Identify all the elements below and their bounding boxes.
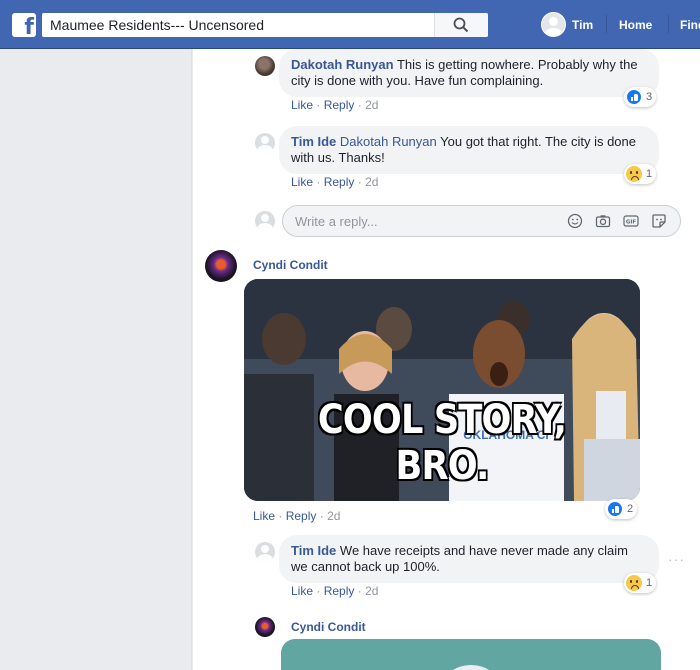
reaction-count[interactable]: 2 <box>605 499 638 519</box>
like-link[interactable]: Like <box>291 98 313 112</box>
comment-actions: Like · Reply · 2d <box>291 98 379 112</box>
comment-author[interactable]: Tim Ide <box>291 134 336 149</box>
search-icon <box>453 17 469 33</box>
like-link[interactable]: Like <box>291 175 313 189</box>
reaction-number: 1 <box>646 577 653 589</box>
comment-timestamp[interactable]: 2d <box>365 175 378 189</box>
gif-image[interactable]: OKLAHOMA CI COOL STORY, BRO. <box>244 279 640 501</box>
gif-icon[interactable]: GIF <box>623 213 639 229</box>
avatar[interactable] <box>255 542 275 562</box>
reply-placeholder[interactable]: Write a reply... <box>295 214 378 229</box>
nav-divider <box>606 15 607 33</box>
comment-timestamp[interactable]: 2d <box>365 584 378 598</box>
mention-link[interactable]: Dakotah Runyan <box>340 134 437 149</box>
comment-bubble: Dakotah Runyan This is getting nowhere. … <box>279 49 659 97</box>
avatar[interactable] <box>255 133 275 153</box>
comment-actions: Like · Reply · 2d <box>291 584 379 598</box>
reaction-number: 3 <box>646 91 653 103</box>
reaction-count[interactable]: 1 <box>624 573 657 593</box>
avatar <box>255 211 275 231</box>
facebook-logo-icon[interactable]: f <box>12 13 36 37</box>
profile-name-link[interactable]: Tim <box>572 18 593 32</box>
like-link[interactable]: Like <box>291 584 313 598</box>
comment-timestamp[interactable]: 2d <box>327 509 340 523</box>
comment-thread: Dakotah Runyan This is getting nowhere. … <box>193 49 700 670</box>
avatar[interactable] <box>255 617 275 637</box>
reaction-number: 2 <box>627 503 634 515</box>
svg-text:GIF: GIF <box>626 220 637 226</box>
reply-link[interactable]: Reply <box>324 98 355 112</box>
home-link[interactable]: Home <box>619 18 652 32</box>
comment-text: We have receipts and have never made any… <box>291 543 628 574</box>
comment-actions: Like · Reply · 2d <box>291 175 379 189</box>
find-friends-link[interactable]: Find <box>680 18 700 32</box>
comment-author[interactable]: Tim Ide <box>291 543 336 558</box>
search-input[interactable]: Maumee Residents--- Uncensored <box>50 17 264 33</box>
reply-link[interactable]: Reply <box>324 175 355 189</box>
reaction-count[interactable]: 1 <box>624 164 657 184</box>
sticker-icon[interactable] <box>651 213 667 229</box>
reply-input[interactable]: Write a reply... GIF <box>282 205 681 237</box>
comment-image[interactable] <box>281 639 661 670</box>
comment-author[interactable]: Cyndi Condit <box>253 258 328 272</box>
sad-icon <box>626 575 642 591</box>
comment-author[interactable]: Cyndi Condit <box>291 620 366 634</box>
search-bar[interactable]: Maumee Residents--- Uncensored <box>42 13 488 37</box>
reaction-number: 1 <box>646 168 653 180</box>
nav-divider <box>668 15 669 33</box>
avatar[interactable] <box>205 250 237 282</box>
avatar[interactable] <box>255 56 275 76</box>
comment-timestamp[interactable]: 2d <box>365 98 378 112</box>
comment-actions: Like · Reply · 2d <box>253 509 341 523</box>
more-options-icon[interactable]: ··· <box>668 551 685 567</box>
comment-image-content <box>453 665 489 670</box>
top-bar: f Maumee Residents--- Uncensored Tim Hom… <box>0 0 700 49</box>
emoji-icon[interactable] <box>567 213 583 229</box>
avatar <box>541 12 566 37</box>
sad-icon <box>626 166 642 182</box>
reply-link[interactable]: Reply <box>286 509 317 523</box>
reaction-count[interactable]: 3 <box>624 87 657 107</box>
profile-link[interactable] <box>541 12 566 37</box>
like-link[interactable]: Like <box>253 509 275 523</box>
like-icon <box>607 501 623 517</box>
gif-caption: COOL STORY, BRO. <box>317 397 567 489</box>
left-gutter <box>0 49 192 670</box>
comment-author[interactable]: Dakotah Runyan <box>291 57 394 72</box>
reply-link[interactable]: Reply <box>324 584 355 598</box>
search-button[interactable] <box>434 13 488 37</box>
like-icon <box>626 89 642 105</box>
comment-bubble: Tim Ide We have receipts and have never … <box>279 535 659 583</box>
camera-icon[interactable] <box>595 213 611 229</box>
comment-bubble: Tim Ide Dakotah Runyan You got that righ… <box>279 126 659 174</box>
